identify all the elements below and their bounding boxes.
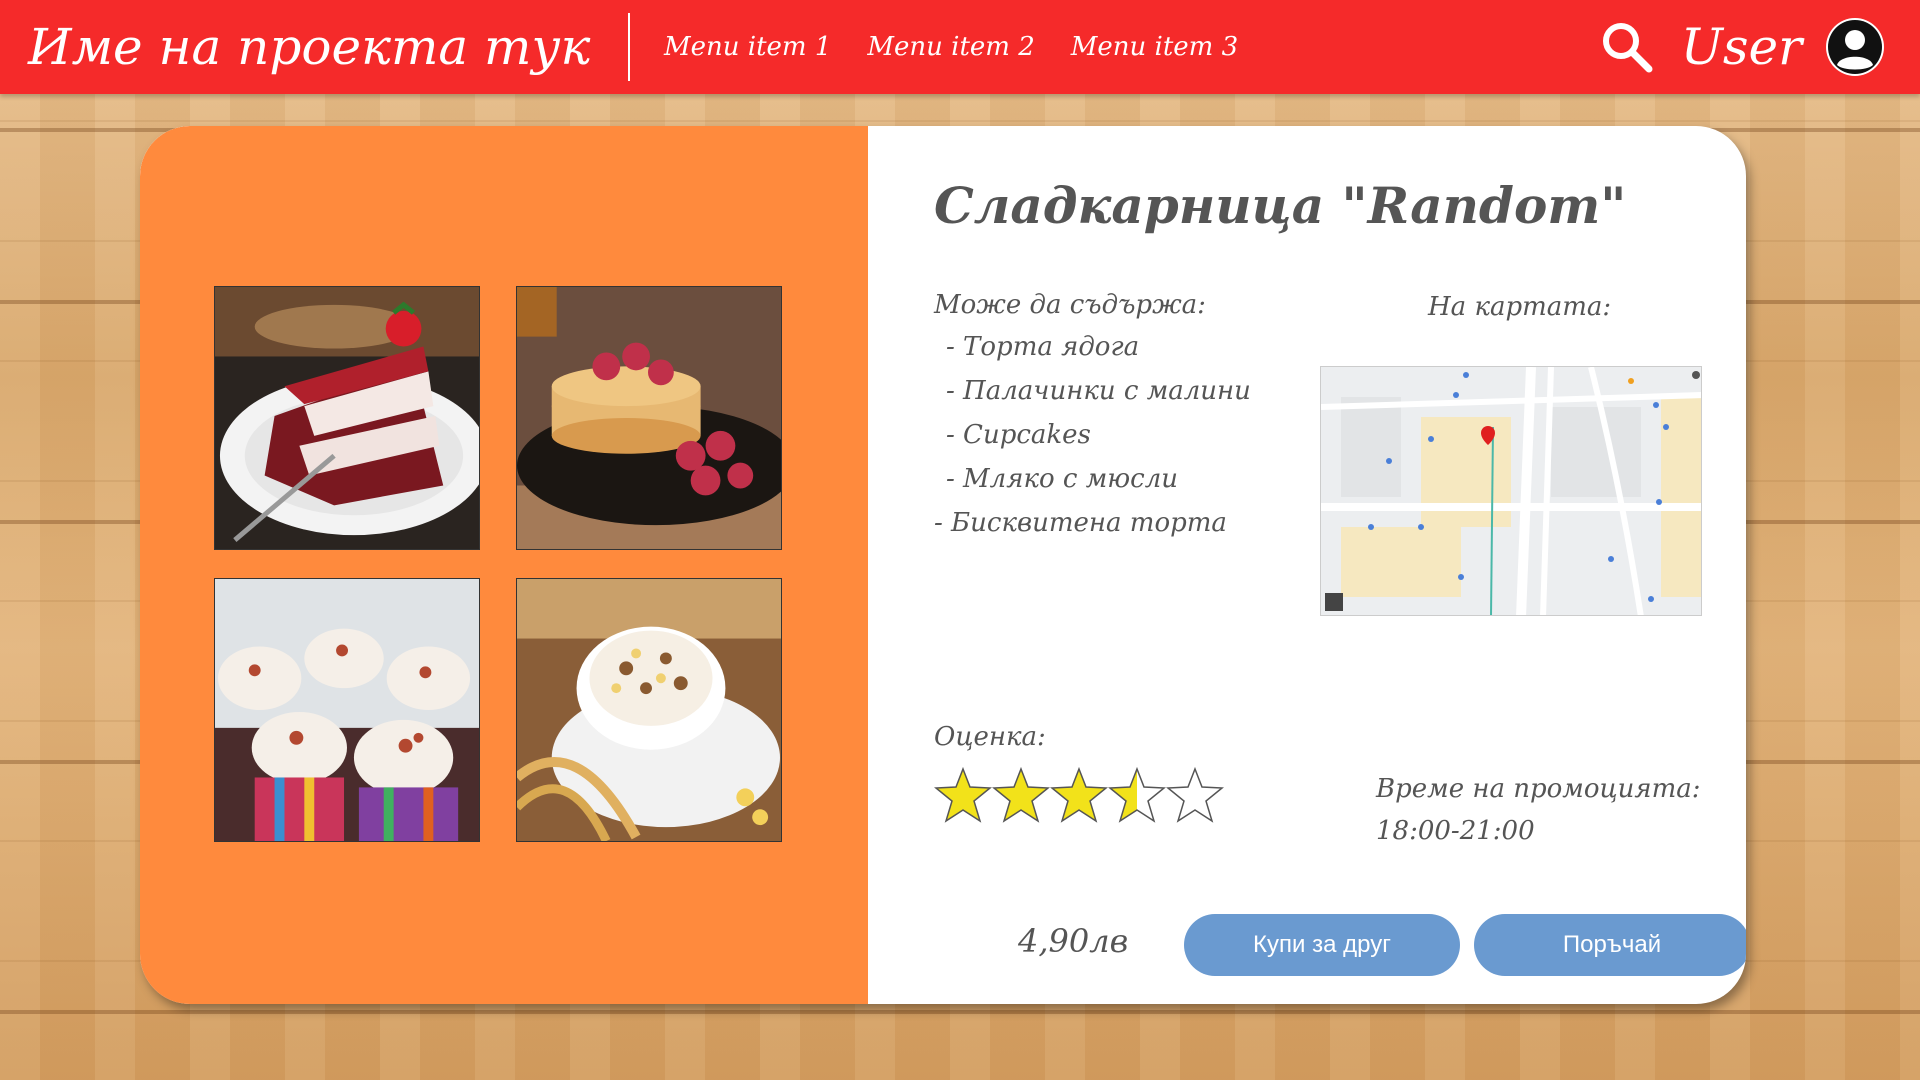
star-filled-icon[interactable] — [1050, 766, 1108, 824]
shop-title: Сладкарница "Random" — [934, 176, 1627, 235]
ingredient-list: - Торта ядога - Палачинки с малини - Cup… — [934, 332, 1251, 552]
rating-label: Оценка: — [934, 722, 1046, 752]
star-rating[interactable] — [934, 766, 1224, 824]
gallery-photo-cupcakes[interactable] — [214, 578, 480, 842]
map-label: На картата: — [1428, 292, 1612, 322]
menu-item-3[interactable]: Menu item 3 — [1071, 32, 1238, 62]
user-area: User — [1599, 18, 1920, 76]
order-button[interactable]: Поръчай — [1474, 914, 1746, 976]
star-filled-icon[interactable] — [1108, 766, 1166, 824]
product-card: Сладкарница "Random" Може да съдържа: - … — [140, 126, 1746, 1004]
list-item: - Палачинки с малини — [946, 376, 1251, 406]
list-item: - Торта ядога — [946, 332, 1140, 362]
price: 4,90лв — [1018, 922, 1129, 960]
promo-time: 18:00-21:00 — [1376, 816, 1535, 846]
list-item: - Бисквитена торта — [934, 508, 1227, 538]
search-icon[interactable] — [1599, 19, 1655, 75]
nav-divider — [628, 13, 630, 81]
user-label[interactable]: User — [1681, 18, 1802, 76]
contains-label: Може да съдържа: — [934, 290, 1206, 320]
gallery-photo-cake[interactable] — [214, 286, 480, 550]
location-map[interactable] — [1320, 366, 1702, 616]
menu-item-2[interactable]: Menu item 2 — [867, 32, 1034, 62]
buy-for-other-button[interactable]: Купи за друг — [1184, 914, 1460, 976]
avatar[interactable] — [1826, 18, 1884, 76]
list-item: - Cupcakes — [946, 420, 1091, 450]
photo-gallery — [140, 126, 868, 1004]
product-details: Сладкарница "Random" Може да съдържа: - … — [868, 126, 1746, 1004]
star-filled-icon[interactable] — [934, 766, 992, 824]
gallery-photo-muesli[interactable] — [516, 578, 782, 842]
user-icon — [1828, 20, 1882, 74]
list-item: - Мляко с мюсли — [946, 464, 1179, 494]
top-navigation-bar: Име на проекта тук Menu item 1 Menu item… — [0, 0, 1920, 94]
project-name[interactable]: Име на проекта тук — [0, 18, 628, 76]
menu-item-1[interactable]: Menu item 1 — [664, 32, 831, 62]
star-empty-icon[interactable] — [1166, 766, 1224, 824]
gallery-photo-pancakes[interactable] — [516, 286, 782, 550]
promo-label: Време на промоцията: — [1376, 774, 1701, 804]
star-filled-icon[interactable] — [992, 766, 1050, 824]
